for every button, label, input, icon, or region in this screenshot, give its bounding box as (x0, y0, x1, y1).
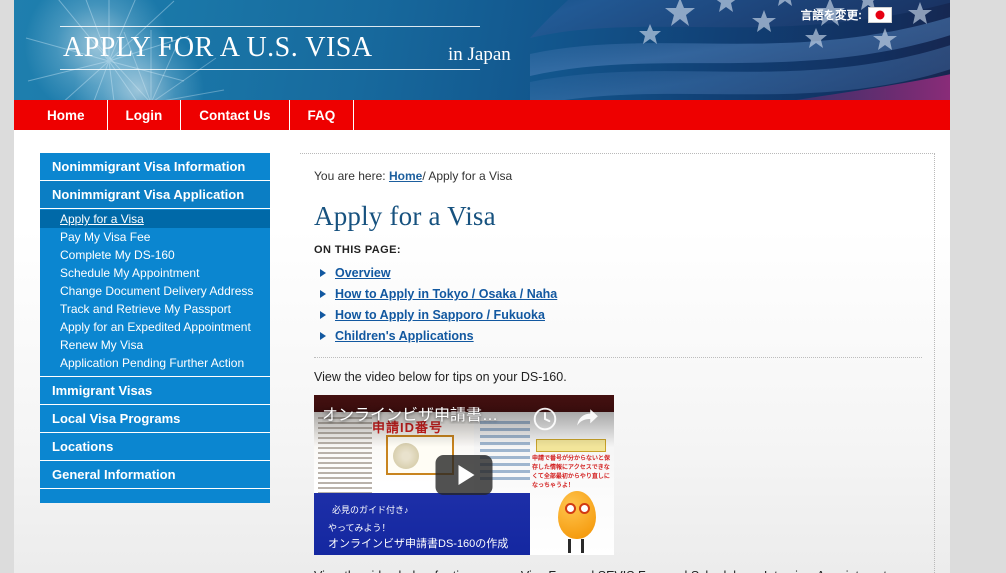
sidebar-item-application-pending-further-action[interactable]: Application Pending Further Action (40, 354, 270, 372)
list-item: How to Apply in Tokyo / Osaka / Naha (318, 286, 922, 302)
anchor-link-overview[interactable]: Overview (335, 266, 391, 280)
nav-item-login[interactable]: Login (108, 100, 182, 130)
video2-caption: View the video below for tips on your Vi… (314, 568, 922, 573)
breadcrumb-current: Apply for a Visa (428, 169, 513, 183)
language-switcher[interactable]: 言語を変更: (801, 7, 892, 23)
sidebar-section-nonimmigrant-visa-information[interactable]: Nonimmigrant Visa Information (40, 153, 270, 181)
mascot-character-icon (554, 487, 600, 553)
anchor-link-how-to-apply-sapporo-fukuoka[interactable]: How to Apply in Sapporo / Fukuoka (335, 308, 545, 322)
sidebar-section-locations[interactable]: Locations (40, 433, 270, 461)
share-icon[interactable] (574, 406, 600, 432)
banner-title-wrap: APPLY FOR A U.S. VISA (60, 26, 480, 70)
sidebar-item-schedule-my-appointment[interactable]: Schedule My Appointment (40, 264, 270, 282)
main-content: You are here: Home/ Apply for a Visa App… (300, 153, 935, 573)
breadcrumb-prefix: You are here: (314, 169, 386, 183)
sidebar-navigation: Nonimmigrant Visa Information Nonimmigra… (40, 153, 270, 503)
video-player-ds160[interactable]: 申請ID番号 申請で番号が分からないと保存した情報にアクセスできなくて全部最初か… (314, 394, 614, 555)
site-title: APPLY FOR A U.S. VISA (60, 26, 480, 70)
sidebar-section-local-visa-programs[interactable]: Local Visa Programs (40, 405, 270, 433)
video-title[interactable]: オンラインビザ申請書… (322, 407, 522, 425)
sidebar-item-complete-my-ds-160[interactable]: Complete My DS-160 (40, 246, 270, 264)
list-item: Children's Applications (318, 328, 922, 344)
sidebar-section-nonimmigrant-visa-application[interactable]: Nonimmigrant Visa Application (40, 181, 270, 209)
japan-flag-icon[interactable] (868, 7, 892, 23)
content-divider (314, 357, 922, 358)
sidebar-item-apply-for-an-expedited-appointment[interactable]: Apply for an Expedited Appointment (40, 318, 270, 336)
play-icon[interactable] (435, 454, 493, 495)
list-item: How to Apply in Sapporo / Fukuoka (318, 307, 922, 323)
site-subtitle: in Japan (448, 44, 511, 65)
video-overlay-text-4: オンラインビザ申請書DS-160の作成 (328, 537, 509, 550)
on-this-page-label: On this page: (314, 244, 401, 256)
breadcrumb-link-home[interactable]: Home (389, 169, 422, 183)
language-switcher-label: 言語を変更: (800, 10, 862, 22)
watch-later-clock-icon[interactable] (532, 406, 558, 432)
on-this-page-list: Overview How to Apply in Tokyo / Osaka /… (318, 265, 922, 344)
video-overlay-text-5: 申請で番号が分からないと保存した情報にアクセスできなくて全部最初からやり直しにな… (532, 455, 611, 489)
sidebar-item-pay-my-visa-fee[interactable]: Pay My Visa Fee (40, 228, 270, 246)
breadcrumb: You are here: Home/ Apply for a Visa (314, 169, 922, 183)
sidebar-footer-bar (40, 489, 270, 503)
video1-caption: View the video below for tips on your DS… (314, 370, 567, 384)
sidebar-item-track-and-retrieve-my-passport[interactable]: Track and Retrieve My Passport (40, 300, 270, 318)
main-navigation: Home Login Contact Us FAQ (14, 100, 950, 130)
nav-item-contact-us[interactable]: Contact Us (181, 100, 290, 130)
sidebar-item-renew-my-visa[interactable]: Renew My Visa (40, 336, 270, 354)
video-blue-banner: 必見のガイド付き♪ やってみよう！ オンラインビザ申請書DS-160の作成 (314, 492, 530, 555)
body-area: Nonimmigrant Visa Information Nonimmigra… (14, 130, 950, 573)
sidebar-submenu-nonimmigrant-visa-application: Apply for a Visa Pay My Visa Fee Complet… (40, 209, 270, 377)
breadcrumb-separator: / (422, 169, 426, 183)
nav-item-faq[interactable]: FAQ (290, 100, 355, 130)
list-item: Overview (318, 265, 922, 281)
anchor-link-how-to-apply-tokyo-osaka-naha[interactable]: How to Apply in Tokyo / Osaka / Naha (335, 287, 557, 301)
page-title: Apply for a Visa (314, 201, 496, 231)
video-overlay-text-3: やってみよう！ (328, 522, 391, 533)
page-container: APPLY FOR A U.S. VISA in Japan 言語を変更: Ho… (14, 0, 950, 573)
sidebar-section-general-information[interactable]: General Information (40, 461, 270, 489)
sidebar-section-immigrant-visas[interactable]: Immigrant Visas (40, 377, 270, 405)
sidebar-item-apply-for-a-visa[interactable]: Apply for a Visa (40, 210, 270, 228)
anchor-link-childrens-applications[interactable]: Children's Applications (335, 329, 474, 343)
nav-item-home[interactable]: Home (14, 100, 108, 130)
site-banner: APPLY FOR A U.S. VISA in Japan 言語を変更: (14, 0, 950, 100)
video-overlay-text-2: 必見のガイド付き♪ (332, 504, 409, 515)
sidebar-item-change-document-delivery-address[interactable]: Change Document Delivery Address (40, 282, 270, 300)
